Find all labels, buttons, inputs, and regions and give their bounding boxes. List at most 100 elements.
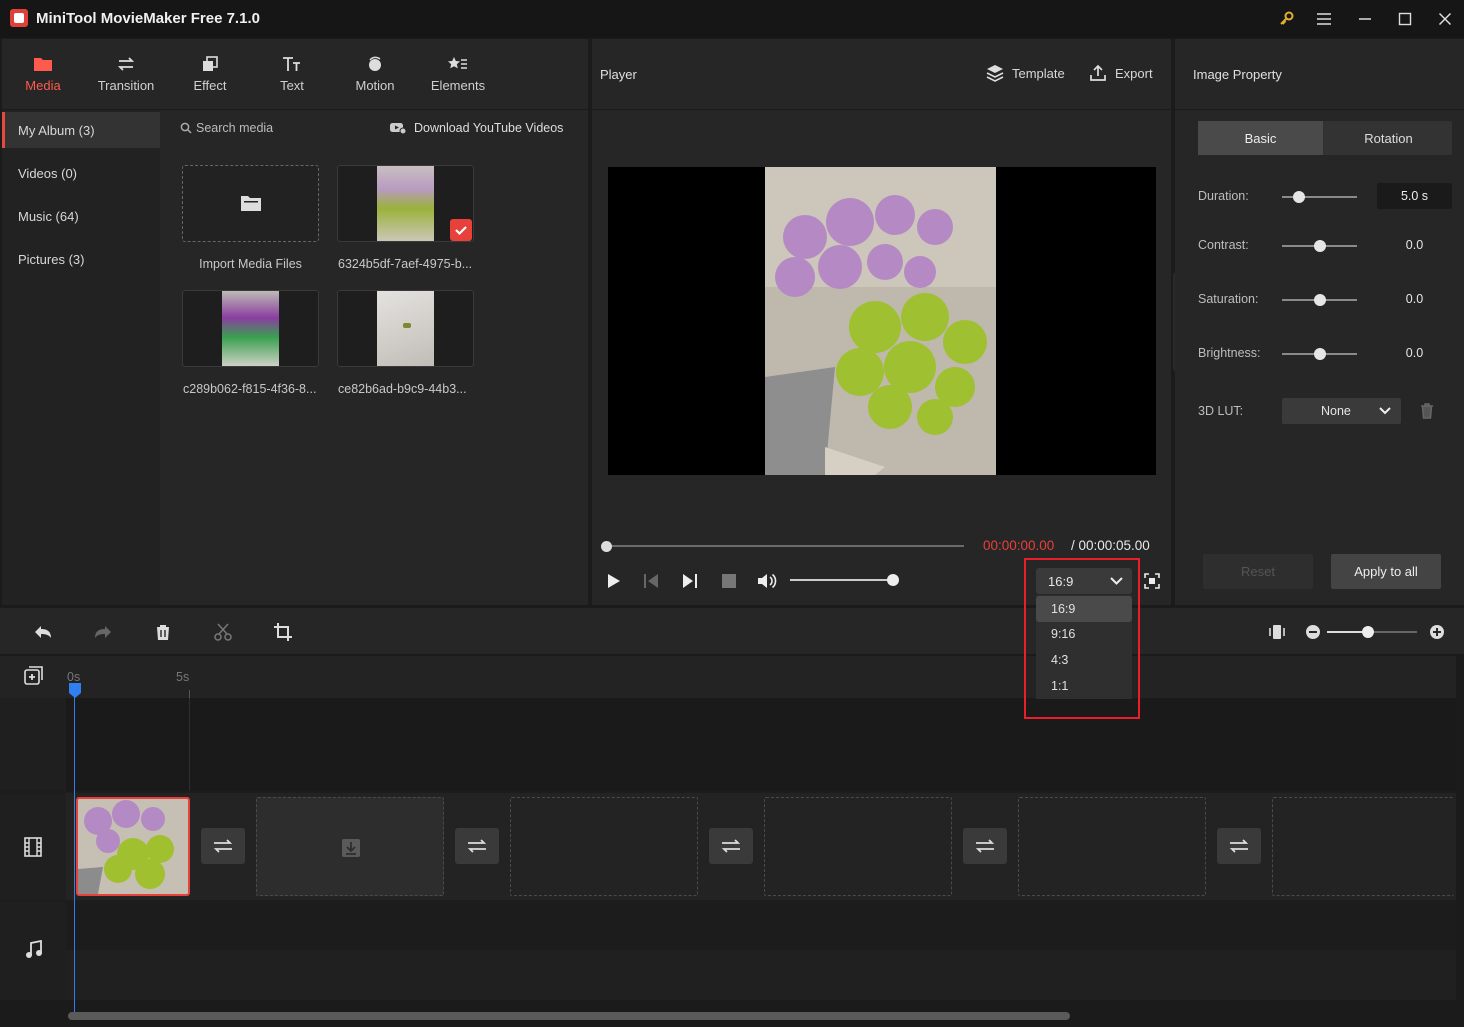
selected-check-icon[interactable]: [450, 219, 472, 241]
lut-value: None: [1321, 404, 1351, 418]
fit-timeline-icon[interactable]: [1268, 623, 1286, 641]
download-youtube-link[interactable]: Download YouTube Videos: [414, 121, 563, 135]
export-icon: [1090, 64, 1106, 81]
playhead-handle[interactable]: [68, 682, 82, 698]
fullscreen-icon[interactable]: [1144, 573, 1160, 589]
stop-icon[interactable]: [721, 573, 737, 589]
import-media-tile[interactable]: [182, 165, 319, 242]
zoom-knob[interactable]: [1361, 626, 1374, 638]
tab-elements-label: Elements: [430, 77, 486, 93]
tab-rotation[interactable]: Rotation: [1325, 121, 1452, 155]
sidebar-item-my-album[interactable]: My Album (3): [2, 112, 160, 148]
template-button[interactable]: Template: [986, 64, 1065, 82]
trash-icon[interactable]: [1420, 403, 1434, 419]
play-icon[interactable]: [605, 573, 621, 589]
timeline-toolbar: [0, 608, 1464, 654]
sidebar-item-music[interactable]: Music (64): [2, 198, 160, 234]
export-button[interactable]: Export: [1089, 64, 1153, 82]
transition-slot-button[interactable]: [455, 828, 499, 864]
timeline-clip[interactable]: [76, 797, 190, 896]
empty-slot[interactable]: [510, 797, 698, 896]
next-frame-icon[interactable]: [682, 573, 698, 589]
empty-slot[interactable]: [1272, 797, 1454, 896]
empty-slot[interactable]: [764, 797, 952, 896]
close-icon[interactable]: [1434, 8, 1456, 30]
media-thumb-1[interactable]: [337, 165, 474, 242]
total-time: / 00:00:05.00: [1071, 538, 1150, 553]
track-grid-line: [189, 698, 190, 791]
sidebar-item-pictures[interactable]: Pictures (3): [2, 241, 160, 277]
crop-icon[interactable]: [274, 623, 292, 641]
zoom-in-icon[interactable]: [1429, 624, 1445, 640]
progress-knob[interactable]: [601, 541, 612, 552]
transition-slot-button[interactable]: [963, 828, 1007, 864]
zoom-out-icon[interactable]: [1305, 624, 1321, 640]
progress-track[interactable]: [606, 545, 964, 547]
timeline-scrollbar[interactable]: [68, 1012, 1070, 1020]
media-icon: [34, 57, 52, 71]
apply-to-all-button[interactable]: Apply to all: [1331, 554, 1441, 589]
app-title: MiniTool MovieMaker Free 7.1.0: [36, 10, 260, 27]
menu-icon[interactable]: [1313, 8, 1335, 30]
drop-media-slot[interactable]: [256, 797, 444, 896]
overlay-track: [66, 698, 1456, 791]
video-preview[interactable]: [608, 167, 1156, 475]
chevron-down-icon: [1379, 407, 1391, 415]
export-label: Export: [1115, 65, 1153, 81]
transition-slot-button[interactable]: [709, 828, 753, 864]
ruler-tick: [189, 690, 190, 698]
empty-slot[interactable]: [1018, 797, 1206, 896]
drop-icon: [342, 839, 360, 857]
media-panel: Media Transition Effect Text Motion Elem…: [2, 39, 588, 605]
transition-slot-button[interactable]: [1217, 828, 1261, 864]
film-icon: [24, 837, 42, 857]
saturation-label: Saturation:: [1198, 292, 1259, 306]
template-label: Template: [1012, 65, 1065, 81]
ruler-label-5s: 5s: [176, 670, 190, 684]
transition-slot-button[interactable]: [201, 828, 245, 864]
transition-icon: [117, 56, 135, 71]
brightness-knob[interactable]: [1313, 348, 1326, 360]
reset-button[interactable]: Reset: [1203, 554, 1313, 589]
player-divider: [592, 109, 1171, 110]
timeline-ruler: 0s 5s: [0, 656, 1456, 698]
add-track-icon[interactable]: [24, 666, 44, 686]
media-thumb-2[interactable]: [182, 290, 319, 367]
video-track-header: [0, 793, 66, 900]
audio-track-lower: [66, 950, 1456, 1000]
key-icon[interactable]: [1276, 8, 1298, 30]
duration-knob[interactable]: [1292, 191, 1305, 203]
tab-transition[interactable]: Transition: [84, 39, 168, 109]
contrast-knob[interactable]: [1313, 240, 1326, 252]
undo-icon[interactable]: [33, 623, 53, 641]
delete-icon[interactable]: [154, 623, 172, 641]
elements-icon: [448, 56, 467, 69]
volume-icon[interactable]: [757, 572, 777, 590]
volume-track[interactable]: [790, 579, 894, 581]
tab-elements[interactable]: Elements: [418, 39, 498, 109]
duration-input[interactable]: 5.0 s: [1377, 183, 1452, 209]
media-thumb-3[interactable]: [337, 290, 474, 367]
minimize-icon[interactable]: [1354, 8, 1376, 30]
media-label-3: ce82b6ad-b9c9-44b3...: [338, 382, 467, 396]
lut-label: 3D LUT:: [1198, 404, 1244, 418]
tab-media[interactable]: Media: [2, 39, 84, 109]
split-icon[interactable]: [214, 623, 232, 641]
lut-select[interactable]: None: [1282, 398, 1401, 424]
maximize-icon[interactable]: [1394, 8, 1416, 30]
image-property-panel: Image Property Basic Rotation Duration: …: [1175, 39, 1464, 605]
youtube-download-icon: [390, 123, 406, 134]
tab-motion[interactable]: Motion: [332, 39, 418, 109]
search-input[interactable]: Search media: [196, 121, 273, 135]
tab-text[interactable]: Text: [252, 39, 332, 109]
previous-frame-icon[interactable]: [643, 573, 659, 589]
tab-effect[interactable]: Effect: [168, 39, 252, 109]
volume-knob[interactable]: [887, 574, 899, 586]
sidebar-item-videos[interactable]: Videos (0): [2, 155, 160, 191]
preview-image: [765, 167, 996, 475]
tab-basic[interactable]: Basic: [1198, 121, 1323, 155]
property-tabs: Basic Rotation: [1198, 121, 1452, 155]
media-label-2: c289b062-f815-4f36-8...: [183, 382, 317, 396]
redo-icon[interactable]: [93, 623, 113, 641]
saturation-knob[interactable]: [1313, 294, 1326, 306]
